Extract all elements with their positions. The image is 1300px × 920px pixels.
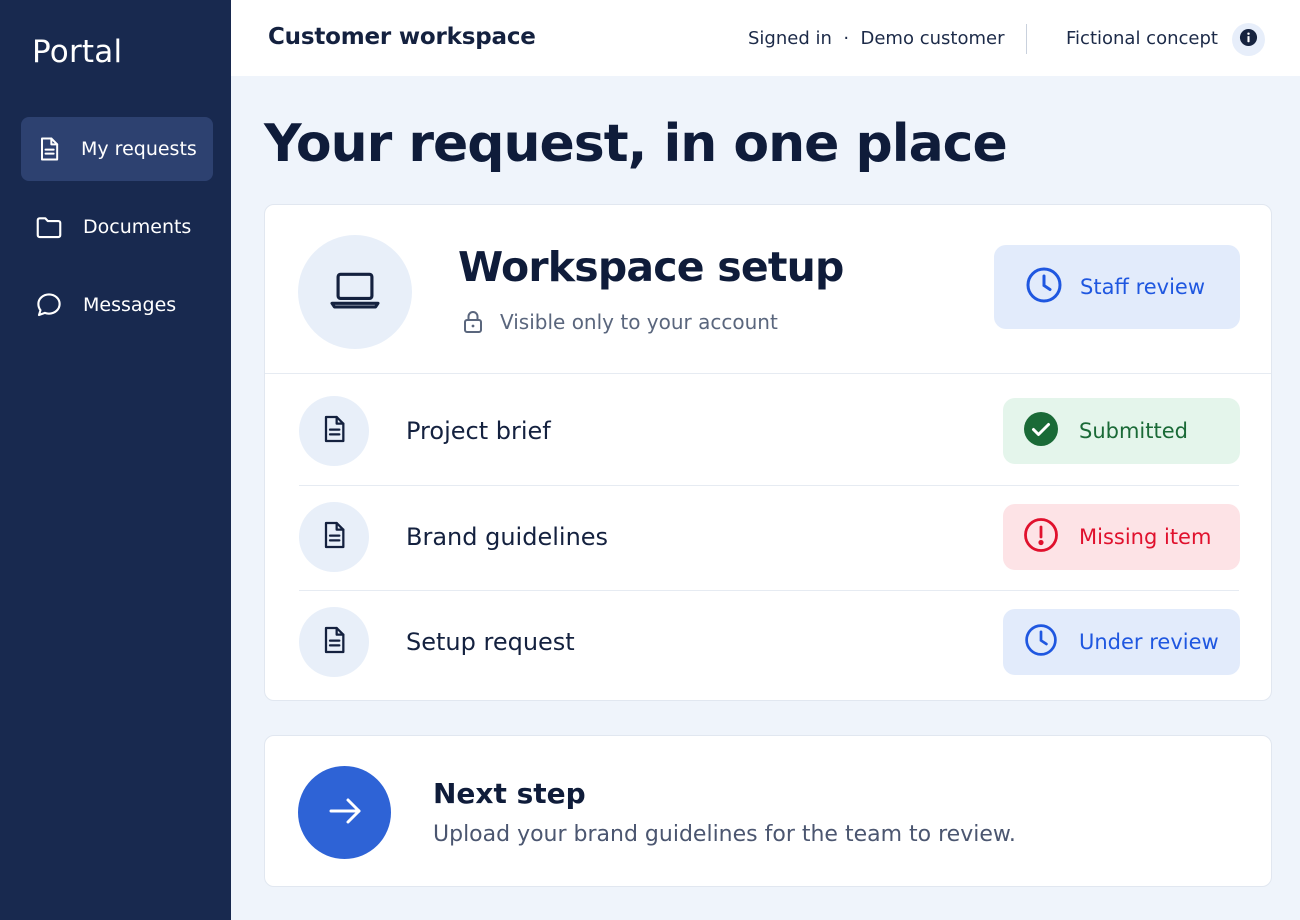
- list-item[interactable]: Project brief Submitted: [265, 379, 1271, 484]
- list-item[interactable]: Setup request Under review: [265, 590, 1271, 695]
- request-title: Workspace setup: [458, 243, 844, 291]
- visibility-text: Visible only to your account: [500, 310, 778, 334]
- status-label: Missing item: [1079, 525, 1212, 549]
- next-step-card: Next step Upload your brand guidelines f…: [264, 735, 1272, 887]
- workspace-title: Customer workspace: [268, 24, 536, 50]
- request-icon-circle: [298, 235, 412, 349]
- document-icon-circle: [299, 607, 369, 677]
- sidebar-item-documents[interactable]: Documents: [21, 195, 213, 259]
- sidebar-item-my-requests[interactable]: My requests: [21, 117, 213, 181]
- document-icon: [318, 624, 350, 660]
- document-icon-circle: [299, 502, 369, 572]
- document-icon: [33, 133, 65, 165]
- staff-review-status-button[interactable]: Staff review: [994, 245, 1240, 329]
- sidebar: Portal My requests Documents Messages: [0, 0, 231, 920]
- page-title: Your request, in one place: [264, 114, 1008, 174]
- status-label: Submitted: [1079, 419, 1188, 443]
- sidebar-item-label: Messages: [83, 294, 177, 316]
- visibility-note: Visible only to your account: [460, 309, 778, 335]
- submitted-status-badge[interactable]: Submitted: [1003, 398, 1240, 464]
- info-button[interactable]: [1232, 23, 1265, 56]
- top-header: Customer workspace Signed in · Demo cust…: [231, 0, 1300, 76]
- sidebar-item-label: Documents: [83, 216, 192, 238]
- sidebar-item-label: My requests: [81, 138, 197, 160]
- info-icon: [1239, 28, 1258, 51]
- missing-item-status-badge[interactable]: Missing item: [1003, 504, 1240, 570]
- list-item[interactable]: Brand guidelines Missing item: [265, 485, 1271, 590]
- next-step-button[interactable]: [298, 766, 391, 859]
- chat-bubble-icon: [33, 289, 65, 321]
- next-step-title: Next step: [433, 777, 586, 810]
- clock-icon: [1023, 622, 1059, 663]
- document-icon: [318, 519, 350, 555]
- alert-circle-icon: [1023, 517, 1059, 558]
- status-label: Under review: [1079, 630, 1219, 654]
- document-icon: [318, 413, 350, 449]
- under-review-status-badge[interactable]: Under review: [1003, 609, 1240, 675]
- clock-icon: [1024, 265, 1064, 310]
- document-name: Setup request: [406, 628, 575, 656]
- sidebar-item-messages[interactable]: Messages: [21, 273, 213, 337]
- concept-label: Fictional concept: [1066, 28, 1218, 49]
- brand-logo: Portal: [32, 34, 123, 70]
- signed-in-status: Signed in · Demo customer: [748, 28, 1005, 49]
- request-card: Workspace setup Visible only to your acc…: [264, 204, 1272, 701]
- status-label: Staff review: [1080, 275, 1206, 299]
- document-name: Brand guidelines: [406, 523, 609, 551]
- check-circle-icon: [1023, 411, 1059, 452]
- lock-icon: [460, 309, 486, 335]
- card-divider: [265, 373, 1271, 374]
- document-name: Project brief: [406, 417, 551, 445]
- next-step-description: Upload your brand guidelines for the tea…: [433, 822, 1016, 847]
- folder-icon: [33, 211, 65, 243]
- arrow-right-icon: [323, 789, 367, 837]
- laptop-icon: [326, 261, 384, 323]
- document-icon-circle: [299, 396, 369, 466]
- header-divider: [1026, 24, 1027, 54]
